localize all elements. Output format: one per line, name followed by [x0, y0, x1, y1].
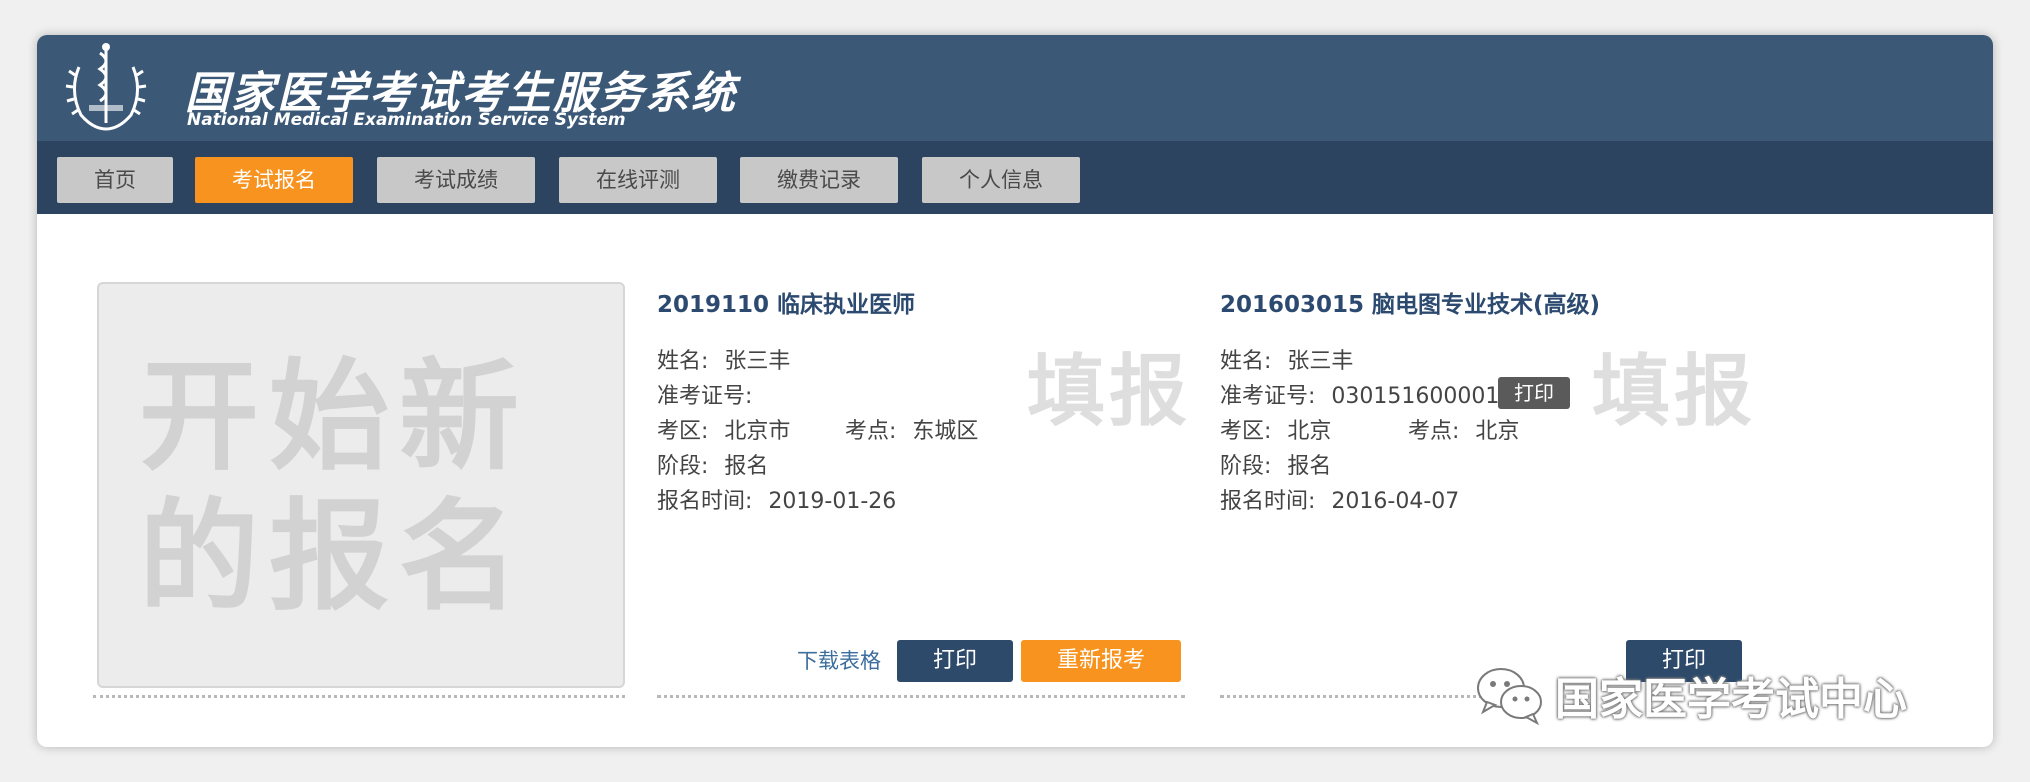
ticket-row: 准考证号: [657, 384, 753, 409]
download-form-link[interactable]: 下载表格 [797, 645, 881, 675]
name-row: 姓名: 张三丰 [657, 349, 791, 374]
registration-time: 2016-04-07 [1331, 489, 1460, 514]
divider [93, 695, 625, 698]
status-watermark: 填报 [1027, 347, 1192, 437]
candidate-name: 张三丰 [724, 349, 791, 374]
new-registration-label: 开始新 的报名 [139, 348, 529, 627]
candidate-name: 张三丰 [1287, 349, 1354, 374]
stage-row: 阶段: 报名 [657, 454, 769, 479]
wechat-icon [1477, 668, 1542, 726]
wechat-watermark: 国家医学考试中心 [1475, 660, 1907, 730]
divider [1220, 695, 1490, 698]
time-row: 报名时间: 2019-01-26 [657, 489, 897, 514]
new-registration-card[interactable]: 开始新 的报名 [97, 282, 625, 688]
main-nav: 首页 考试报名 考试成绩 在线评测 缴费记录 个人信息 [37, 141, 1993, 214]
exam-site: 东城区 [912, 419, 979, 444]
site-row: 考点: 东城区 [845, 419, 979, 444]
nav-exam-scores[interactable]: 考试成绩 [377, 157, 535, 203]
name-row: 姓名: 张三丰 [1220, 349, 1354, 374]
nav-exam-registration[interactable]: 考试报名 [195, 157, 353, 203]
header: 国家医学考试考生服务系统 National Medical Examinatio… [37, 35, 1993, 141]
exam-site: 北京 [1475, 419, 1520, 444]
ticket-number: 030151600001 [1331, 384, 1500, 409]
exam-title: 201603015 脑电图专业技术(高级) [1220, 292, 1601, 318]
app-window: 国家医学考试考生服务系统 National Medical Examinatio… [37, 35, 1993, 747]
stage-value: 报名 [1287, 454, 1332, 479]
exam-region: 北京市 [724, 419, 791, 444]
nav-online-assessment[interactable]: 在线评测 [559, 157, 717, 203]
ticket-print-button[interactable]: 打印 [1498, 377, 1570, 409]
wechat-account-name: 国家医学考试中心 [1555, 674, 1907, 725]
registration-time: 2019-01-26 [768, 489, 897, 514]
reapply-button[interactable]: 重新报考 [1021, 640, 1181, 682]
nav-personal-info[interactable]: 个人信息 [922, 157, 1080, 203]
ticket-row: 准考证号: 030151600001 [1220, 384, 1500, 409]
status-watermark: 填报 [1592, 347, 1757, 437]
time-row: 报名时间: 2016-04-07 [1220, 489, 1460, 514]
exam-region: 北京 [1287, 419, 1332, 444]
app-subtitle: National Medical Examination Service Sys… [187, 110, 626, 130]
medical-emblem-icon [65, 43, 147, 131]
print-button[interactable]: 打印 [897, 640, 1013, 682]
registration-card-1: 2019110 临床执业医师 填报 姓名: 张三丰 准考证号: 考区: 北京市 考点… [657, 214, 1217, 747]
stage-row: 阶段: 报名 [1220, 454, 1332, 479]
stage-value: 报名 [724, 454, 769, 479]
nav-home[interactable]: 首页 [57, 157, 173, 203]
nav-payment-records[interactable]: 缴费记录 [740, 157, 898, 203]
exam-title: 2019110 临床执业医师 [657, 292, 916, 318]
region-row: 考区: 北京市 [657, 419, 791, 444]
region-row: 考区: 北京 [1220, 419, 1332, 444]
divider [657, 695, 1185, 698]
site-row: 考点: 北京 [1408, 419, 1520, 444]
